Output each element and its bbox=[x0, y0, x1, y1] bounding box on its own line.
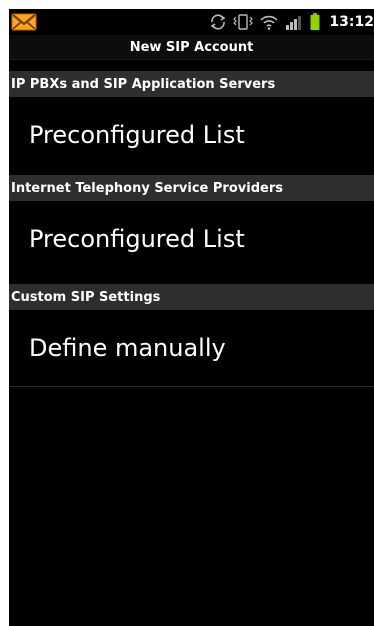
list-divider bbox=[9, 386, 374, 387]
sync-icon bbox=[210, 14, 226, 30]
section-header-label: IP PBXs and SIP Application Servers bbox=[11, 76, 276, 92]
status-time: 13:12 bbox=[329, 14, 374, 30]
phone-screen: 13:12 New SIP Account IP PBXs and SIP Ap… bbox=[9, 9, 374, 626]
wifi-icon bbox=[260, 15, 279, 30]
vibrate-icon bbox=[233, 14, 254, 30]
status-bar: 13:12 bbox=[9, 9, 374, 35]
list-item-label: Preconfigured List bbox=[29, 225, 245, 253]
section-header-ip-pbx: IP PBXs and SIP Application Servers bbox=[9, 71, 374, 97]
mail-icon[interactable] bbox=[11, 13, 37, 31]
signal-icon bbox=[286, 16, 302, 30]
list-item-define-manually[interactable]: Define manually bbox=[9, 310, 374, 386]
page-title: New SIP Account bbox=[129, 39, 254, 55]
list-item-itsp-preconfigured[interactable]: Preconfigured List bbox=[9, 201, 374, 277]
list-item-label: Define manually bbox=[29, 334, 226, 362]
section-header-label: Internet Telephony Service Providers bbox=[11, 180, 283, 196]
section-header-label: Custom SIP Settings bbox=[11, 289, 161, 305]
section-header-custom: Custom SIP Settings bbox=[9, 284, 374, 310]
section-header-itsp: Internet Telephony Service Providers bbox=[9, 175, 374, 201]
list-item-label: Preconfigured List bbox=[29, 121, 245, 149]
battery-icon bbox=[310, 13, 320, 31]
title-bar: New SIP Account bbox=[9, 35, 374, 60]
list-item-ip-pbx-preconfigured[interactable]: Preconfigured List bbox=[9, 97, 374, 173]
status-icons: 13:12 bbox=[209, 9, 374, 35]
